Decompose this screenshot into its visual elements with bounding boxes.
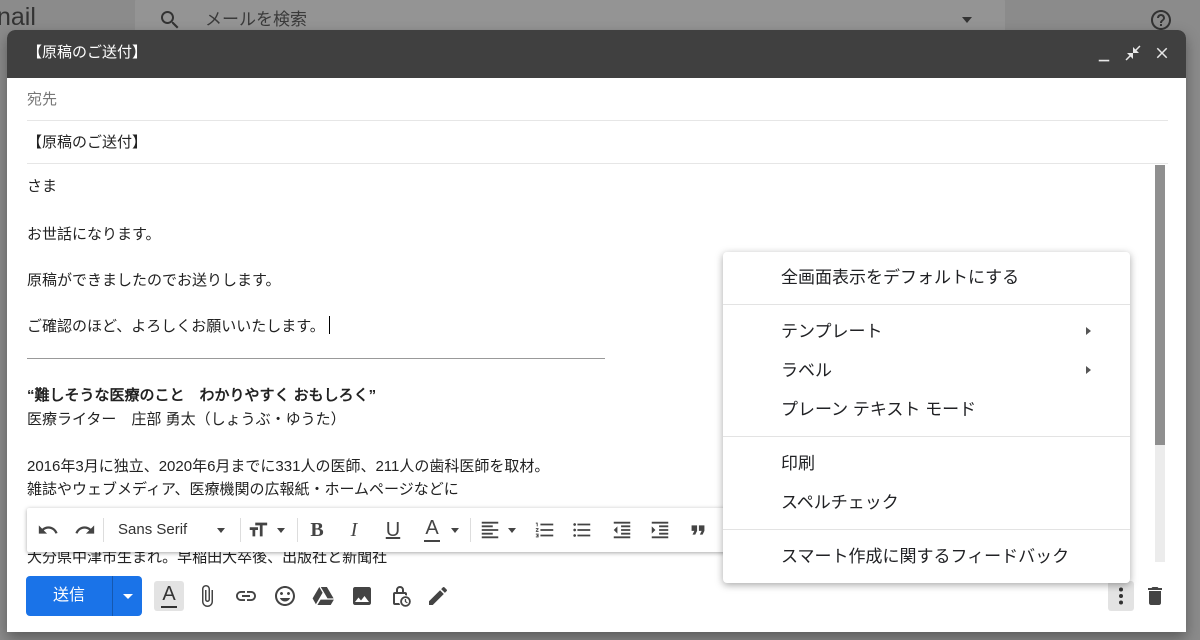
menu-item-smart-compose-feedback[interactable]: スマート作成に関するフィードバック: [723, 537, 1130, 576]
menu-divider: [723, 304, 1130, 305]
quote-icon[interactable]: [686, 518, 710, 542]
body-line: さま: [27, 178, 58, 195]
emoji-icon[interactable]: [273, 584, 297, 608]
indent-less-icon[interactable]: [610, 518, 634, 542]
font-size-dropdown-icon[interactable]: [277, 528, 285, 533]
align-dropdown-icon[interactable]: [508, 528, 516, 533]
drive-icon[interactable]: [311, 584, 335, 608]
font-family-select[interactable]: Sans Serif: [118, 519, 187, 541]
body-line: ご確認のほど、よろしくお願いいたします。: [27, 318, 325, 335]
recipients-field[interactable]: 宛先: [27, 78, 1168, 121]
menu-divider: [723, 529, 1130, 530]
menu-item-label-submenu[interactable]: ラベル: [723, 351, 1130, 390]
italic-button[interactable]: I: [342, 518, 366, 542]
photo-icon[interactable]: [350, 584, 374, 608]
font-size-icon[interactable]: [246, 518, 270, 542]
more-options-menu: 全画面表示をデフォルトにする テンプレート ラベル プレーン テキスト モード …: [723, 252, 1130, 583]
formatting-toolbar: Sans Serif B I U A: [27, 508, 759, 552]
subject-value[interactable]: 【原稿のご送付】: [27, 132, 147, 154]
compose-title: 【原稿のご送付】: [27, 44, 148, 61]
text-color-label: A: [425, 517, 439, 539]
toolbar-separator: [240, 518, 241, 542]
menu-item-templates[interactable]: テンプレート: [723, 312, 1130, 351]
subject-field[interactable]: 【原稿のご送付】: [27, 121, 1168, 164]
menu-item-label: ラベル: [781, 361, 832, 380]
menu-item-label: 全画面表示をデフォルトにする: [781, 268, 1020, 287]
text-color-bar: [424, 540, 440, 542]
attach-icon[interactable]: [195, 584, 219, 608]
menu-item-spellcheck[interactable]: スペルチェック: [723, 483, 1130, 522]
menu-divider: [723, 436, 1130, 437]
align-icon[interactable]: [478, 518, 502, 542]
body-line: お世話になります。: [27, 226, 161, 243]
menu-item-label: 印刷: [781, 454, 815, 473]
toolbar-separator: [470, 518, 471, 542]
signature-name: 医療ライター 庄部 勇太（しょうぶ・ゆうた）: [27, 411, 346, 428]
signature-icon[interactable]: [426, 584, 450, 608]
menu-item-label: テンプレート: [781, 322, 883, 341]
search-icon[interactable]: [158, 8, 182, 32]
redo-icon[interactable]: [73, 518, 97, 542]
menu-item-label: スペルチェック: [781, 493, 899, 512]
chevron-down-icon: [123, 594, 133, 599]
signature-divider: [27, 358, 605, 359]
chevron-right-icon: [1086, 366, 1091, 374]
bulleted-list-icon[interactable]: [570, 518, 594, 542]
gmail-logo: nail: [0, 3, 36, 31]
minimize-icon[interactable]: [1095, 47, 1113, 65]
to-label: 宛先: [27, 91, 58, 108]
text-cursor: [328, 316, 330, 334]
toolbar-separator: [297, 518, 298, 542]
confidential-mode-icon[interactable]: [388, 584, 412, 608]
text-color-button[interactable]: A: [420, 517, 444, 542]
chevron-right-icon: [1086, 327, 1091, 335]
compose-header[interactable]: 【原稿のご送付】: [7, 30, 1186, 78]
text-color-dropdown-icon[interactable]: [451, 528, 459, 533]
numbered-list-icon[interactable]: [533, 518, 557, 542]
scrollbar-thumb[interactable]: [1155, 165, 1165, 445]
help-icon[interactable]: [1149, 8, 1173, 32]
underline-button[interactable]: U: [381, 518, 405, 542]
signature-bio-line: 2016年3月に独立、2020年6月までに331人の医師、211人の歯科医師を取…: [27, 458, 550, 475]
signature-tagline: “難しそうな医療のこと わかりやすく おもしろく”: [27, 387, 377, 404]
menu-item-label: プレーン テキスト モード: [781, 400, 977, 419]
trash-icon[interactable]: [1143, 584, 1167, 608]
signature-bio-line: 雑誌やウェブメディア、医療機関の広報紙・ホームページなどに: [27, 481, 459, 498]
toolbar-separator: [103, 518, 104, 542]
undo-icon[interactable]: [36, 518, 60, 542]
body-line-with-cursor: ご確認のほど、よろしくお願いいたします。: [27, 316, 330, 338]
body-line: 原稿ができましたのでお送りします。: [27, 272, 281, 289]
formatting-toggle-bar: [161, 606, 177, 608]
exit-fullscreen-icon[interactable]: [1124, 44, 1142, 62]
close-icon[interactable]: [1153, 44, 1171, 62]
chevron-down-icon[interactable]: [962, 17, 972, 23]
search-input[interactable]: メールを検索: [205, 9, 307, 31]
formatting-toggle-label: A: [162, 583, 176, 605]
menu-item-print[interactable]: 印刷: [723, 444, 1130, 483]
menu-item-label: スマート作成に関するフィードバック: [781, 547, 1070, 566]
formatting-options-toggle[interactable]: A: [154, 581, 184, 611]
send-button[interactable]: 送信: [26, 576, 112, 616]
menu-item-plain-text-mode[interactable]: プレーン テキスト モード: [723, 390, 1130, 429]
body-scrollbar[interactable]: [1155, 165, 1165, 562]
link-icon[interactable]: [234, 584, 258, 608]
more-options-icon[interactable]: [1108, 581, 1134, 611]
menu-item-default-fullscreen[interactable]: 全画面表示をデフォルトにする: [723, 258, 1130, 297]
font-family-dropdown-icon[interactable]: [217, 528, 225, 533]
indent-more-icon[interactable]: [648, 518, 672, 542]
bold-button[interactable]: B: [305, 518, 329, 542]
schedule-send-dropdown[interactable]: [112, 576, 142, 616]
